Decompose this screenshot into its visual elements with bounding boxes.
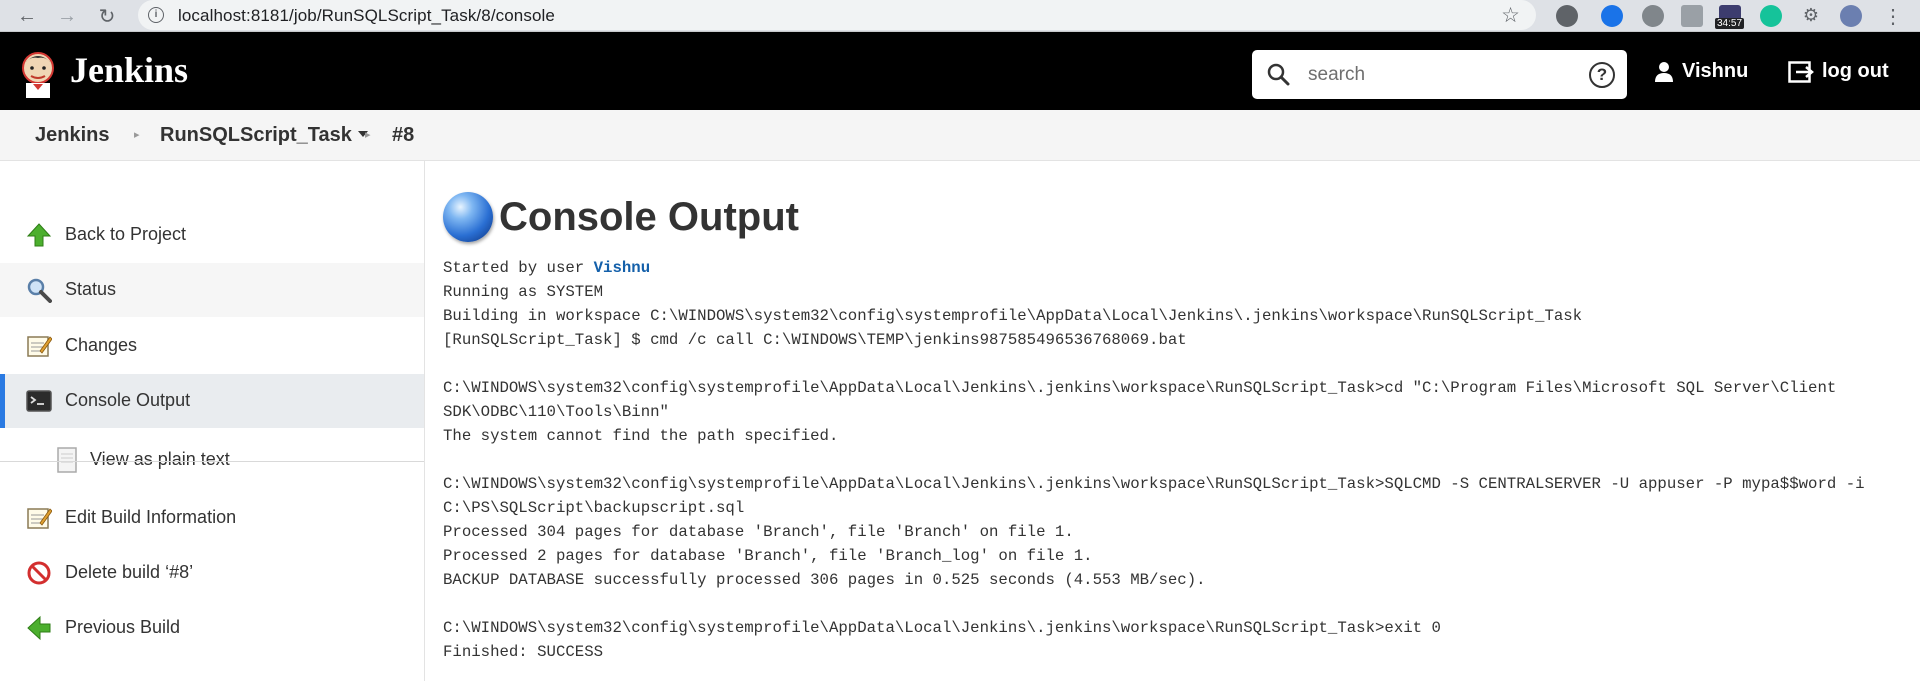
console-line: Processed 2 pages for database 'Branch',…	[443, 547, 1093, 565]
console-line: Running as SYSTEM	[443, 283, 604, 301]
task-label[interactable]: Edit Build Information	[65, 507, 236, 528]
task-previous-build[interactable]: Previous Build	[0, 601, 424, 655]
console-line: The system cannot find the path specifie…	[443, 427, 839, 445]
left-arrow-icon	[27, 615, 51, 641]
main-panel: Console Output Started by user Vishnu Run…	[443, 160, 1903, 681]
notepad-icon	[27, 336, 52, 357]
search-box: ?	[1252, 50, 1627, 99]
console-line: Finished: SUCCESS	[443, 643, 604, 661]
timer-extension-icon[interactable]: 34:57	[1715, 5, 1745, 29]
console-line: Processed 304 pages for database 'Branch…	[443, 523, 1074, 541]
search-icon	[1267, 63, 1290, 86]
extension-icon[interactable]	[1556, 5, 1578, 27]
console-line: C:\WINDOWS\system32\config\systemprofile…	[443, 619, 1441, 637]
terminal-icon	[26, 390, 52, 412]
menu-kebab-icon[interactable]: ⋮	[1880, 3, 1906, 29]
page-title: Console Output	[443, 192, 799, 242]
user-link[interactable]: Vishnu	[1654, 60, 1748, 83]
task-label[interactable]: Status	[65, 279, 116, 300]
console-line: SDK\ODBC\110\Tools\Binn"	[443, 403, 669, 421]
divider	[0, 461, 424, 462]
logout-icon	[1788, 60, 1814, 83]
extensions-puzzle-icon[interactable]: ⚙	[1800, 5, 1822, 27]
task-label[interactable]: Changes	[65, 335, 137, 356]
task-label[interactable]: Delete build ‘#8’	[65, 562, 193, 583]
no-entry-icon	[27, 561, 51, 585]
console-line: [RunSQLScript_Task] $ cmd /c call C:\WIN…	[443, 331, 1187, 349]
profile-avatar[interactable]	[1840, 5, 1862, 27]
breadcrumb-separator-icon: ▸	[134, 129, 140, 141]
site-info-icon[interactable]: i	[148, 7, 164, 23]
task-label[interactable]: Previous Build	[65, 617, 180, 638]
drive-extension-icon[interactable]	[1681, 5, 1703, 27]
breadcrumb-build[interactable]: #8	[392, 124, 414, 147]
breadcrumb-job[interactable]: RunSQLScript_Task	[160, 124, 368, 147]
task-view-plain-text[interactable]: View as plain text	[0, 433, 424, 487]
forward-icon[interactable]: →	[54, 3, 80, 29]
task-changes[interactable]: Changes	[0, 319, 424, 373]
task-console-output[interactable]: Console Output	[0, 374, 424, 428]
grammarly-icon[interactable]	[1760, 5, 1782, 27]
task-delete-build[interactable]: Delete build ‘#8’	[0, 546, 424, 600]
page-title-text: Console Output	[499, 194, 799, 239]
started-by-user-link[interactable]: Vishnu	[594, 259, 650, 277]
task-back-to-project[interactable]: Back to Project	[0, 208, 424, 262]
breadcrumb-separator-icon: ▸	[365, 129, 371, 141]
extension-icon[interactable]	[1601, 5, 1623, 27]
logout-link[interactable]: log out	[1788, 60, 1889, 83]
console-log: Started by user Vishnu Running as SYSTEM B…	[443, 256, 1865, 664]
task-label[interactable]: View as plain text	[90, 449, 230, 470]
magnifier-icon	[27, 278, 52, 303]
console-globe-icon	[443, 192, 493, 242]
breadcrumb-job-label[interactable]: RunSQLScript_Task	[160, 124, 352, 146]
breadcrumb-jenkins[interactable]: Jenkins	[35, 124, 109, 147]
user-icon	[1655, 61, 1673, 82]
jenkins-butler-logo-icon[interactable]	[18, 50, 58, 98]
side-panel: Back to Project Status Changes Console O…	[0, 160, 425, 681]
bookmark-star-icon[interactable]: ☆	[1501, 3, 1520, 28]
extension-icon[interactable]	[1642, 5, 1664, 27]
console-line: Building in workspace C:\WINDOWS\system3…	[443, 307, 1583, 325]
task-edit-build-information[interactable]: Edit Build Information	[0, 491, 424, 545]
user-name[interactable]: Vishnu	[1682, 60, 1748, 83]
task-label[interactable]: Back to Project	[65, 224, 186, 245]
console-line: C:\WINDOWS\system32\config\systemprofile…	[443, 475, 1865, 493]
jenkins-header: Jenkins ? Vishnu log out	[0, 32, 1920, 110]
up-arrow-icon	[26, 223, 52, 247]
started-by-text: Started by user	[443, 259, 594, 277]
notepad-icon	[27, 508, 52, 529]
back-icon[interactable]: ←	[14, 3, 40, 29]
console-line: C:\WINDOWS\system32\config\systemprofile…	[443, 379, 1837, 397]
address-bar[interactable]: i localhost:8181/job/RunSQLScript_Task/8…	[138, 0, 1536, 30]
task-status[interactable]: Status	[0, 263, 424, 317]
logout-label[interactable]: log out	[1822, 60, 1889, 83]
timer-badge: 34:57	[1715, 18, 1745, 29]
console-line: C:\PS\SQLScript\backupscript.sql	[443, 499, 745, 517]
console-line: Started by user Vishnu	[443, 256, 1865, 280]
breadcrumb: Jenkins ▸ RunSQLScript_Task ▸ #8	[0, 110, 1920, 161]
console-line: BACKUP DATABASE successfully processed 3…	[443, 571, 1206, 589]
jenkins-brand-link[interactable]: Jenkins	[70, 49, 188, 91]
browser-toolbar: ← → ↻ i localhost:8181/job/RunSQLScript_…	[0, 0, 1920, 32]
reload-icon[interactable]: ↻	[94, 3, 120, 29]
url-text[interactable]: localhost:8181/job/RunSQLScript_Task/8/c…	[178, 6, 555, 26]
help-icon[interactable]: ?	[1589, 62, 1615, 88]
task-label[interactable]: Console Output	[65, 390, 190, 411]
document-icon	[57, 447, 77, 473]
search-input[interactable]	[1306, 60, 1570, 90]
